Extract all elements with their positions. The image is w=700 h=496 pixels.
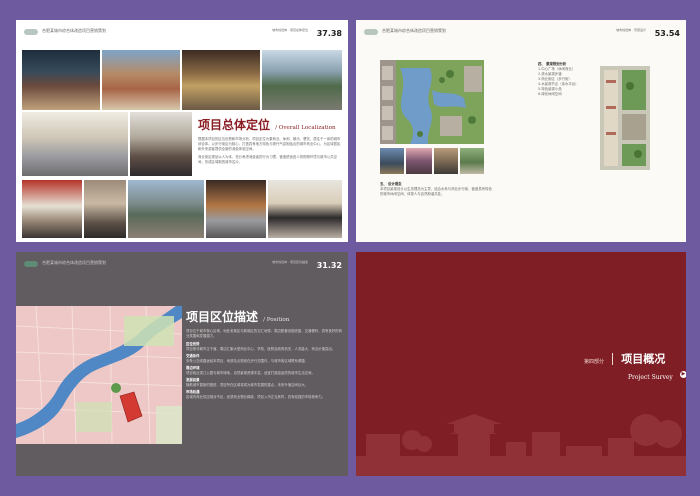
design-concept-block: 五、 设计理念 本项目景观设计以生态理念为主导，结合水系与商业步行街，营造具有特… [380,182,492,197]
site-plan-diagram [600,66,650,170]
section-title-en: / Overall Localization [275,125,336,131]
body-paragraph-2: 商业街区规划以人为本，充分考虑消费者的行为习惯，营造舒适宜人的购物环境与城市公共… [198,155,338,164]
photo-covered-arcade [262,50,342,110]
section-number: 第四部分 [584,359,605,365]
page-number: 53.54 [654,29,680,38]
page-project-survey: 第四部分 项目概况 Project Survey ▶ [356,252,686,476]
photo-shop-window [84,180,126,238]
photo-shopping-mall [22,112,128,176]
landscape-analysis-list: 四、 景观规划分析 1.中心广场（休闲商业） 2.滨水景观步道 3.商业街区（步… [538,62,594,97]
thumb-night-plaza [406,148,432,174]
thumb-garden-path [460,148,484,174]
page-header: 合肥某城市综合体改造项目营销策划 [42,260,106,265]
photo-storefront [22,180,82,238]
section-title-en: Project Survey [628,374,673,381]
body-paragraph: 根据本项目的区位优势和市场分析，项目定位为集商业、休闲、娱乐、餐饮、居住于一体的… [198,137,341,151]
page-subheader: 城市综合体 · 景观设计 [616,28,646,32]
analysis-item: 6.绿化休闲空间 [538,92,562,96]
page-number: 37.38 [316,29,342,38]
section-title: 项目总体定位 [198,118,271,132]
block-text: 随着城市更新的推进，项目所在区域将成为城市发展的重点，未来升值空间巨大。 [186,383,309,387]
location-map [16,306,182,444]
block-text: 多条公交线路途经本项目，地铁站点规划在步行范围内，与城市各区域联系便捷。 [186,359,309,363]
page-header: 合肥某城市综合体改造项目营销策划 [382,28,446,33]
photo-pedestrian-street [102,50,180,110]
skyline-watermark [356,414,686,476]
arrow-right-icon: ▶ [679,371,686,378]
block-text: 区域内商业供应相对不足，优质商业物业稀缺，项目入市正当其时，具有较强的市场竞争力… [186,395,326,399]
photo-traffic-street [128,180,204,238]
thumb-pavilion [434,148,458,174]
section-title: 项目区位描述 [186,310,259,324]
page-position: 合肥某城市综合体改造项目营销策划 城市综合体 · 项目区位描述 31.32 项目… [16,252,348,476]
photo-city-block [206,180,266,238]
logo-icon [24,261,38,267]
page-number: 31.32 [316,261,342,270]
thumb-water-feature [380,148,404,174]
title-divider [612,352,614,365]
logo-icon [24,29,38,35]
master-plan-rendering [380,60,484,144]
photo-night-dining [182,50,260,110]
photo-cafe-people [268,180,342,238]
page-header: 合肥某城市综合体改造项目营销策划 [42,28,106,33]
page-landscape-plan: 合肥某城市综合体改造项目营销策划 城市综合体 · 景观设计 53.54 五、 设… [356,20,686,242]
position-blocks: 区位优势 项目紧邻城市主干道，周边汇聚大型商业中心、学校、医院及政府机关，人流量… [186,342,344,400]
block-text: 项目紧邻城市主干道，周边汇聚大型商业中心、学校、医院及政府机关，人流量大，商业价… [186,347,336,351]
survey-subtitle: Project Survey ▶ [628,364,686,383]
section-title-en: / Position [263,317,290,323]
concept-text: 本项目景观设计以生态理念为主导，结合水系与商业步行街，营造具有特色的城市休闲空间… [380,187,492,196]
photo-street-shops [22,50,100,110]
photo-crowd-street [130,112,192,176]
page-subheader: 城市综合体 · 项目区位描述 [272,260,308,264]
localization-text-block: 项目总体定位 / Overall Localization 根据本项目的区位优势… [198,114,342,165]
position-text-block: 项目区位描述 / Position 项目位于城市核心区域，地处老城区与新城区的交… [186,306,344,400]
block-text: 项目临近滨江公园与城市绿地，自然景观资源丰富，适宜打造高品质的城市生活空间。 [186,371,315,375]
logo-icon [364,29,378,35]
page-subheader: 城市综合体 · 项目总体定位 [272,28,308,32]
page-overall-localization: 合肥某城市综合体改造项目营销策划 城市综合体 · 项目总体定位 37.38 项目… [16,20,348,242]
intro-paragraph: 项目位于城市核心区域，地处老城区与新城区的交汇地带，周边配套设施完善，交通便利，… [186,329,342,338]
